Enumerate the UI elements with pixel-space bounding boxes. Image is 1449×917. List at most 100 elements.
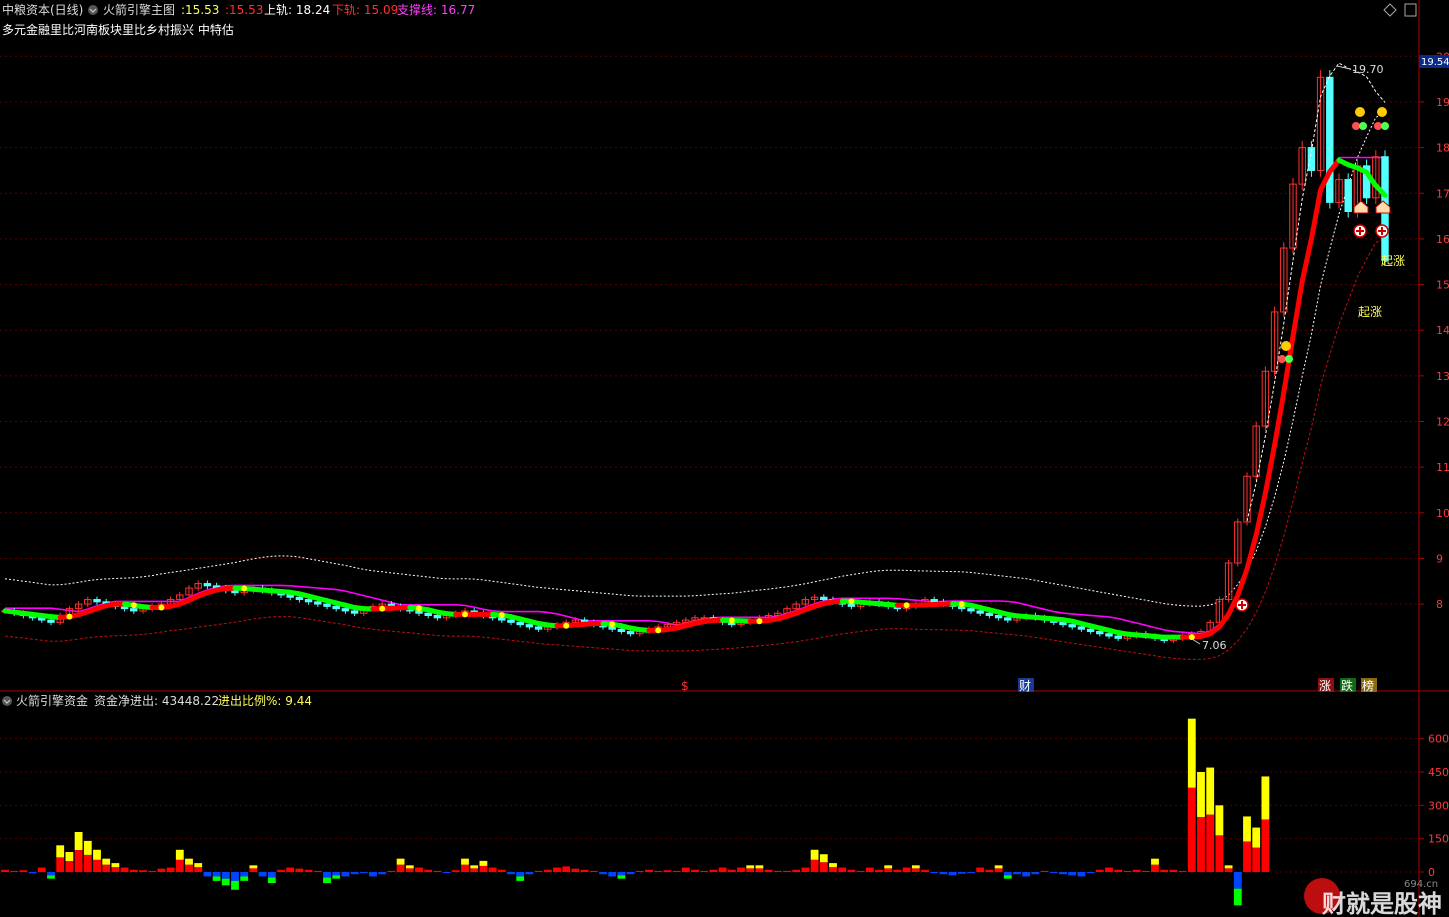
trend-change-dot — [903, 602, 910, 609]
money-out-bar — [203, 872, 212, 877]
money-out-bar — [1003, 872, 1012, 876]
money-in-bar — [451, 870, 460, 872]
money-out-bar — [930, 872, 939, 874]
candle-body — [433, 615, 442, 619]
money-in-bar — [286, 867, 295, 872]
candle-body — [350, 610, 359, 614]
money-tick-label: 150 — [1428, 833, 1449, 846]
money-big-in-bar — [1215, 805, 1224, 836]
money-in-bar — [911, 868, 920, 872]
money-in-bar — [691, 869, 699, 872]
money-in-bar — [865, 867, 874, 872]
money-in-bar — [65, 861, 74, 872]
price-tick-label: 17 — [1436, 187, 1449, 200]
indicator-menu-icon[interactable] — [88, 5, 98, 15]
money-in-bar — [1215, 835, 1224, 872]
trend-change-dot — [756, 618, 763, 625]
candle-body — [534, 626, 543, 630]
buy-signal-icon — [1353, 224, 1367, 238]
candle-body — [341, 608, 350, 612]
price-tick-label: 15 — [1436, 279, 1449, 292]
money-in-bar — [1252, 847, 1261, 872]
candle-body — [1086, 628, 1095, 632]
money-out-bar — [28, 872, 37, 874]
price-tick-label: 19 — [1436, 96, 1449, 109]
candle-body — [295, 596, 304, 601]
money-in-bar — [893, 869, 902, 872]
money-big-out-bar — [323, 877, 331, 884]
support-line-readout: 支撑线: 16.77 — [397, 2, 475, 17]
money-out-bar — [442, 872, 451, 874]
money-event-badge[interactable]: $ — [681, 679, 689, 693]
money-in-bar — [884, 868, 893, 872]
candle-body — [608, 626, 616, 630]
money-in-bar — [313, 870, 322, 872]
money-in-bar — [93, 859, 101, 872]
money-in-bar — [792, 869, 801, 872]
money-out-bar — [608, 872, 617, 877]
svg-text:榜: 榜 — [1362, 678, 1374, 693]
money-in-bar — [663, 870, 672, 872]
money-out-bar — [231, 872, 239, 881]
money-big-out-bar — [240, 876, 249, 881]
money-in-bar — [19, 870, 28, 872]
money-in-bar — [1040, 870, 1049, 872]
money-in-bar — [139, 870, 147, 872]
candle-body — [516, 621, 524, 626]
trend-change-dot — [563, 622, 570, 629]
money-out-bar — [1068, 872, 1077, 876]
money-in-bar — [488, 867, 497, 872]
indicator-name: 火箭引擎主图 — [103, 2, 175, 17]
svg-text:跌: 跌 — [1341, 678, 1353, 693]
lower-band-readout: 下轨: 15.09 — [332, 3, 398, 17]
money-in-bar — [589, 870, 598, 872]
qizhang-label-2: 起涨 — [1358, 304, 1382, 319]
money-in-bar — [1160, 869, 1169, 872]
limit-up-badge[interactable]: 涨 — [1318, 678, 1334, 693]
money-in-bar — [534, 870, 543, 872]
money-in-bar — [1178, 870, 1187, 872]
candle-body — [47, 619, 55, 623]
money-big-in-bar — [470, 865, 479, 869]
money-in-bar — [727, 869, 736, 872]
money-out-bar — [1013, 872, 1021, 875]
money-out-bar — [525, 872, 534, 875]
current-value-2: :15.53 — [225, 3, 263, 17]
svg-text:19.70: 19.70 — [1352, 63, 1384, 76]
money-in-bar — [470, 868, 479, 872]
candle-body — [1096, 630, 1104, 635]
money-out-bar — [1086, 872, 1095, 874]
money-in-bar — [497, 869, 506, 872]
money-big-in-bar — [810, 849, 819, 860]
money-in-bar — [295, 868, 304, 872]
candle-body — [1326, 76, 1334, 203]
limit-down-badge[interactable]: 跌 — [1340, 678, 1356, 693]
money-in-bar — [645, 869, 653, 872]
money-big-in-bar — [249, 865, 258, 869]
candle-body — [93, 599, 101, 603]
money-in-bar — [10, 870, 19, 872]
money-in-bar — [1206, 814, 1215, 872]
money-big-in-bar — [461, 858, 469, 865]
stock-name: 中粮资本(日线) — [2, 2, 83, 17]
candle-body — [1059, 621, 1067, 626]
money-in-bar — [166, 867, 175, 872]
sub-indicator-menu-icon[interactable] — [2, 696, 12, 706]
candle-body — [700, 617, 708, 620]
money-in-bar — [1169, 869, 1178, 872]
money-out-bar — [1077, 872, 1086, 877]
candle-body — [1077, 626, 1086, 630]
price-tick-label: 18 — [1436, 142, 1449, 155]
finance-event-badge[interactable]: 财 — [1018, 678, 1034, 693]
concept-tags: 多元金融里比河南板块里比乡村振兴 中特估 — [2, 22, 234, 37]
money-in-bar — [157, 868, 166, 872]
money-in-bar — [424, 869, 433, 872]
money-out-bar — [258, 872, 267, 877]
money-big-in-bar — [194, 863, 203, 868]
money-out-bar — [626, 872, 635, 875]
ranking-badge[interactable]: 榜 — [1361, 678, 1377, 693]
money-in-bar — [1197, 817, 1205, 872]
candle-body — [525, 624, 534, 628]
svg-text:19.54: 19.54 — [1421, 57, 1449, 68]
money-in-bar — [1261, 819, 1270, 872]
